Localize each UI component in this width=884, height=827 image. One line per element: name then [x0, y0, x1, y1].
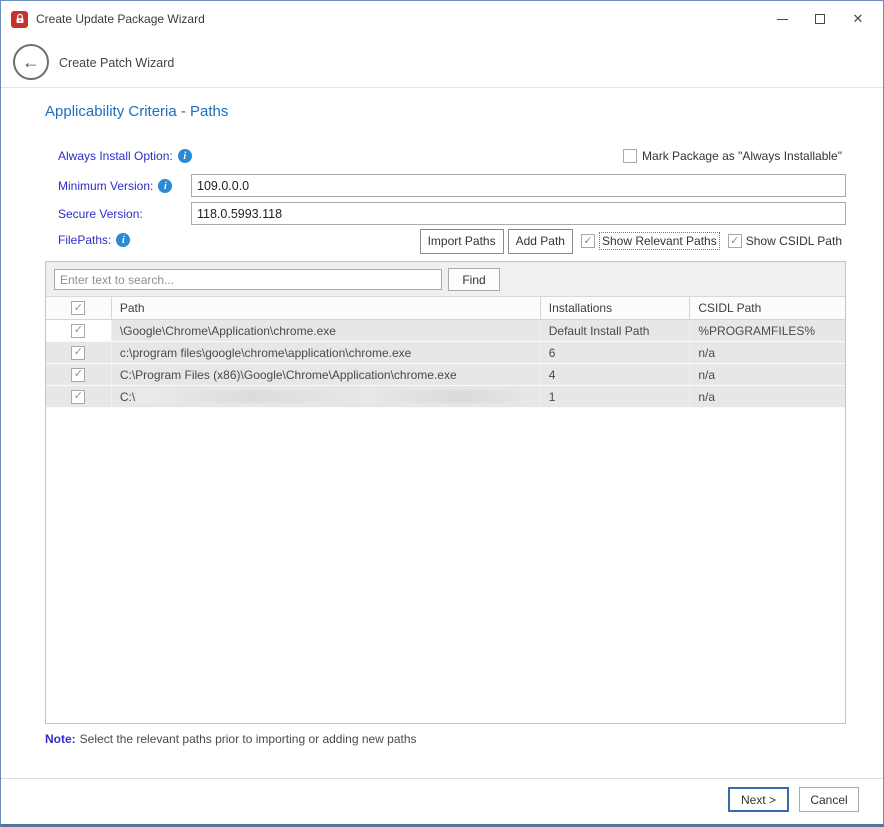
cell-installations: 4	[541, 364, 691, 385]
cell-csidl: n/a	[690, 386, 845, 407]
wizard-window: Create Update Package Wizard ✕ ← Create …	[0, 0, 884, 827]
wizard-header: ← Create Patch Wizard	[1, 37, 883, 87]
cell-installations: 1	[541, 386, 691, 407]
show-relevant-paths-checkbox[interactable]: ✓	[581, 234, 595, 248]
column-header-csidl-path[interactable]: CSIDL Path	[690, 297, 845, 319]
check-icon: ✓	[74, 369, 83, 380]
always-installable-group: Mark Package as "Always Installable"	[623, 149, 842, 163]
cell-csidl: n/a	[690, 364, 845, 385]
check-icon: ✓	[583, 236, 592, 247]
filepaths-label: FilePaths:	[58, 233, 111, 247]
page-title: Applicability Criteria - Paths	[45, 103, 228, 120]
cell-path: C:\	[112, 386, 541, 407]
show-csidl-path-checkbox[interactable]: ✓	[728, 234, 742, 248]
always-installable-checkbox[interactable]	[623, 149, 637, 163]
table-row[interactable]: ✓ c:\program files\google\chrome\applica…	[46, 342, 845, 364]
always-install-label-row: Always Install Option: i	[58, 149, 192, 163]
show-relevant-paths-group: ✓ Show Relevant Paths	[581, 232, 720, 250]
row-checkbox[interactable]: ✓	[71, 324, 85, 338]
cell-csidl: n/a	[690, 342, 845, 363]
check-icon: ✓	[730, 236, 739, 247]
close-button[interactable]: ✕	[839, 5, 877, 33]
cancel-button[interactable]: Cancel	[799, 787, 859, 812]
check-icon: ✓	[74, 391, 83, 402]
minimum-version-label-row: Minimum Version: i	[58, 179, 172, 193]
minimize-icon	[777, 19, 788, 20]
row-checkbox[interactable]: ✓	[71, 390, 85, 404]
find-button[interactable]: Find	[448, 268, 500, 291]
show-csidl-path-group: ✓ Show CSIDL Path	[728, 234, 842, 248]
secure-version-label: Secure Version:	[58, 207, 143, 221]
window-controls: ✕	[763, 1, 877, 37]
secure-version-label-row: Secure Version:	[58, 207, 143, 221]
wizard-name-label: Create Patch Wizard	[59, 56, 174, 70]
cell-installations: 6	[541, 342, 691, 363]
window-title: Create Update Package Wizard	[36, 12, 205, 26]
cell-path-prefix: C:\	[120, 390, 135, 404]
add-path-button[interactable]: Add Path	[508, 229, 573, 254]
cell-path: c:\program files\google\chrome\applicati…	[112, 342, 541, 363]
minimize-button[interactable]	[763, 5, 801, 33]
note-text: Select the relevant paths prior to impor…	[80, 732, 417, 746]
footer-divider	[1, 778, 883, 779]
filepaths-label-row: FilePaths: i	[58, 233, 130, 247]
secure-version-input[interactable]	[191, 202, 846, 225]
show-csidl-path-label: Show CSIDL Path	[746, 234, 842, 248]
column-header-installations[interactable]: Installations	[541, 297, 691, 319]
note: Note: Select the relevant paths prior to …	[45, 732, 417, 746]
cell-installations: Default Install Path	[541, 320, 691, 341]
header-divider	[1, 87, 883, 88]
note-label: Note:	[45, 732, 76, 746]
paths-toolbar: Import Paths Add Path ✓ Show Relevant Pa…	[420, 228, 842, 254]
minimum-version-info-icon[interactable]: i	[158, 179, 172, 193]
back-button[interactable]: ←	[13, 44, 49, 80]
always-installable-label: Mark Package as "Always Installable"	[642, 149, 842, 163]
search-input[interactable]	[54, 269, 442, 290]
column-header-path[interactable]: Path	[112, 297, 541, 319]
cell-path: C:\Program Files (x86)\Google\Chrome\App…	[112, 364, 541, 385]
maximize-icon	[815, 14, 825, 24]
minimum-version-input[interactable]	[191, 174, 846, 197]
back-arrow-icon: ←	[22, 52, 40, 73]
filepaths-table: Find ✓ Path Installations CSIDL Path ✓ \…	[45, 261, 846, 724]
close-icon: ✕	[853, 11, 864, 27]
import-paths-button[interactable]: Import Paths	[420, 229, 504, 254]
check-icon: ✓	[74, 347, 83, 358]
select-all-checkbox[interactable]: ✓	[71, 301, 85, 315]
filepaths-info-icon[interactable]: i	[116, 233, 130, 247]
minimum-version-label: Minimum Version:	[58, 179, 153, 193]
app-lock-icon	[11, 11, 28, 28]
title-bar: Create Update Package Wizard ✕	[1, 1, 883, 37]
search-panel: Find	[46, 262, 845, 297]
table-row[interactable]: ✓ C:\Program Files (x86)\Google\Chrome\A…	[46, 364, 845, 386]
row-checkbox[interactable]: ✓	[71, 368, 85, 382]
always-install-label: Always Install Option:	[58, 149, 173, 163]
redacted-path-blur	[137, 390, 520, 403]
table-header-row: ✓ Path Installations CSIDL Path	[46, 297, 845, 320]
next-button[interactable]: Next >	[728, 787, 789, 812]
check-icon: ✓	[74, 325, 83, 336]
table-row[interactable]: ✓ C:\ 1 n/a	[46, 386, 845, 408]
row-checkbox[interactable]: ✓	[71, 346, 85, 360]
check-icon: ✓	[74, 303, 83, 314]
show-relevant-paths-label[interactable]: Show Relevant Paths	[599, 232, 720, 250]
table-row[interactable]: ✓ \Google\Chrome\Application\chrome.exe …	[46, 320, 845, 342]
maximize-button[interactable]	[801, 5, 839, 33]
always-install-info-icon[interactable]: i	[178, 149, 192, 163]
cell-path: \Google\Chrome\Application\chrome.exe	[112, 320, 541, 341]
cell-csidl: %PROGRAMFILES%	[690, 320, 845, 341]
